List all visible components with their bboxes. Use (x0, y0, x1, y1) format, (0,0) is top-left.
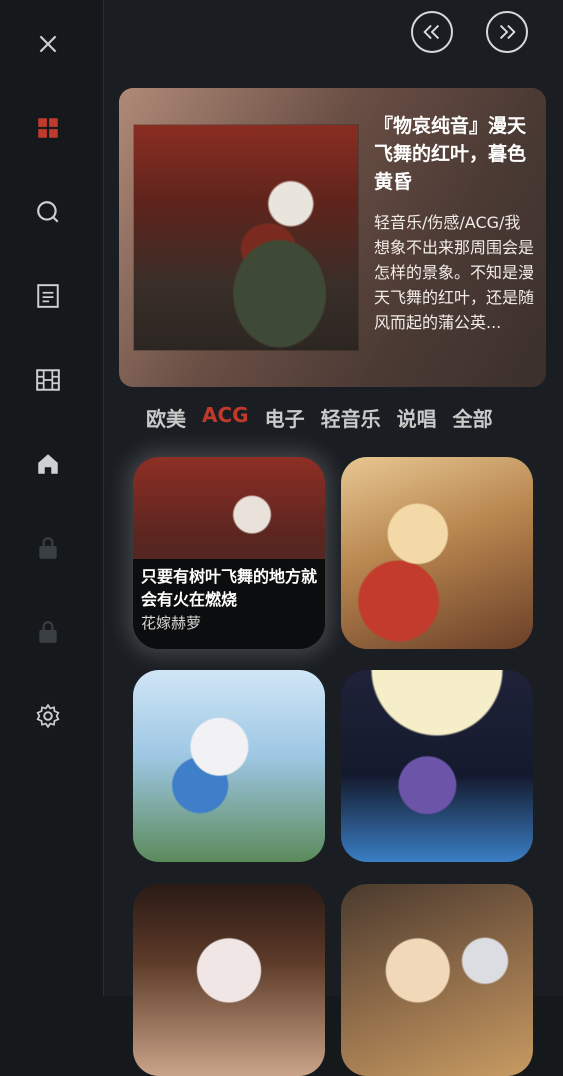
tab-shuochang[interactable]: 说唱 (397, 403, 437, 432)
main-content: 『物哀纯音』漫天飞舞的红叶，暮色黄昏 轻音乐/伤感/ACG/我想象不出来那周围会… (104, 0, 563, 1076)
playlist-card[interactable] (341, 457, 533, 649)
card-title: 只要有树叶飞舞的地方就会有火在燃烧 (141, 567, 318, 609)
close-icon[interactable] (32, 28, 64, 60)
lock-icon[interactable] (32, 616, 64, 648)
tab-dianzi[interactable]: 电子 (265, 403, 305, 432)
home-icon[interactable] (32, 448, 64, 480)
playlist-card[interactable] (133, 670, 325, 862)
lock-icon[interactable] (32, 532, 64, 564)
category-tabs: 欧美 ACG 电子 轻音乐 说唱 全部 (146, 403, 509, 432)
document-icon[interactable] (32, 280, 64, 312)
playlist-card[interactable] (133, 884, 325, 1076)
prev-button[interactable] (411, 11, 453, 53)
playlist-card[interactable]: 只要有树叶飞舞的地方就会有火在燃烧 花嫁赫萝 (133, 457, 325, 649)
sidebar (0, 0, 104, 996)
next-button[interactable] (486, 11, 528, 53)
card-artist: 花嫁赫萝 (141, 614, 202, 632)
featured-playlist[interactable]: 『物哀纯音』漫天飞舞的红叶，暮色黄昏 轻音乐/伤感/ACG/我想象不出来那周围会… (119, 88, 546, 387)
grid-icon[interactable] (32, 112, 64, 144)
featured-cover-image (134, 125, 358, 350)
double-chevron-left-icon (423, 24, 440, 40)
card-caption: 只要有树叶飞舞的地方就会有火在燃烧 花嫁赫萝 (133, 559, 325, 649)
double-chevron-right-icon (499, 24, 516, 40)
tab-qingyinyue[interactable]: 轻音乐 (321, 403, 381, 432)
playlist-card[interactable] (341, 884, 533, 1076)
featured-description: 轻音乐/伤感/ACG/我想象不出来那周围会是怎样的景象。不知是漫天飞舞的红叶，还… (374, 213, 534, 332)
tab-acg[interactable]: ACG (202, 403, 249, 432)
featured-title: 『物哀纯音』漫天飞舞的红叶，暮色黄昏 (374, 115, 527, 193)
playlist-card[interactable] (341, 670, 533, 862)
film-icon[interactable] (32, 364, 64, 396)
tab-oumei[interactable]: 欧美 (146, 403, 186, 432)
tab-quanbu[interactable]: 全部 (453, 403, 493, 432)
search-icon[interactable] (32, 196, 64, 228)
gear-icon[interactable] (32, 700, 64, 732)
